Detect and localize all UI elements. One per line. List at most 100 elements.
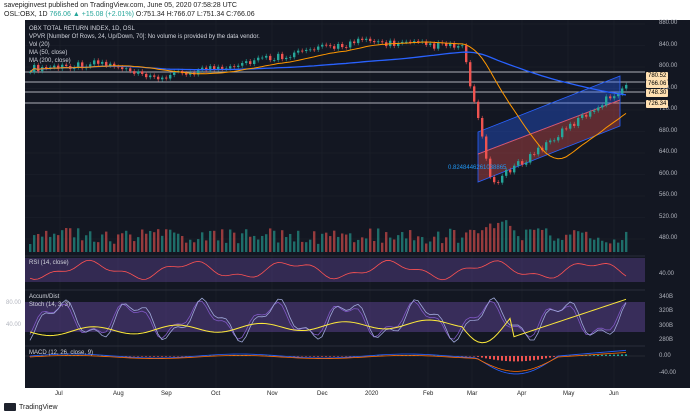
volume-bar <box>577 231 580 252</box>
volume-bar <box>281 230 284 252</box>
time-label: Dec <box>317 391 328 397</box>
macd-hist-bar <box>157 356 159 357</box>
candle-body <box>145 73 148 78</box>
volume-bar <box>225 242 228 252</box>
grid-lines <box>25 20 645 388</box>
candle-body <box>221 66 224 69</box>
volume-bar <box>49 236 52 252</box>
candle-body <box>141 71 144 74</box>
footer-brand[interactable]: TradingView <box>19 404 58 411</box>
volume-bar <box>437 231 440 252</box>
macd-hist-bar <box>553 356 555 357</box>
rsi-legend[interactable]: RSI (14, close) <box>29 260 69 266</box>
macd-hist-bar <box>321 356 323 357</box>
volume-bar <box>501 221 504 252</box>
volume-bar <box>133 241 136 252</box>
stoch-axis-300b: 300B <box>659 323 674 329</box>
time-label: May <box>563 391 575 397</box>
candle-body <box>373 41 376 43</box>
volume-bar <box>309 239 312 252</box>
macd-hist-bar <box>309 356 311 357</box>
volume-bar <box>153 232 156 252</box>
macd-hist-bar <box>541 356 543 360</box>
candle-body <box>509 169 512 173</box>
publisher-name[interactable]: savepiginvest <box>4 2 46 9</box>
candle-body <box>281 53 284 60</box>
chart-title[interactable]: OBX TOTAL RETURN INDEX, 1D, OSL <box>29 26 135 32</box>
volume-bar <box>485 227 488 252</box>
volume-bar <box>429 241 432 252</box>
volume-bar <box>37 233 40 252</box>
macd-legend[interactable]: MACD (12, 26, close, 9) <box>29 350 93 356</box>
publish-text: published on TradingView.com, June 05, 2… <box>48 2 237 9</box>
candle-body <box>493 176 496 183</box>
volume-bar <box>389 237 392 252</box>
macd-hist-bar <box>505 356 507 362</box>
candle-body <box>89 64 92 67</box>
volume-bar <box>129 234 132 252</box>
ma50-legend[interactable]: MA (50, close) <box>29 50 67 56</box>
time-label: Nov <box>267 391 278 397</box>
vpvr-legend[interactable]: VPVR [Number Of Rows, 24, Up/Down, 70]: … <box>29 34 260 40</box>
macd-hist-bar <box>141 356 143 357</box>
candle-body <box>481 117 484 137</box>
candle-body <box>593 110 596 112</box>
price-tick: 520.00 <box>659 213 678 220</box>
candle-body <box>357 38 360 44</box>
macd-hist-bar <box>601 354 603 356</box>
volume-bar <box>93 241 96 252</box>
macd-hist-bar <box>481 356 483 358</box>
volume-bar <box>189 239 192 252</box>
candle-body <box>513 165 516 173</box>
volume-bar <box>477 233 480 252</box>
volume-bar <box>529 229 532 252</box>
volume-bar <box>605 242 608 252</box>
candle-body <box>417 41 420 42</box>
volume-bar <box>77 228 80 252</box>
candle-body <box>129 68 132 72</box>
candle-body <box>353 41 356 44</box>
candle-body <box>549 140 552 143</box>
volume-bar <box>549 235 552 252</box>
candle-body <box>621 88 624 94</box>
price-axis[interactable]: 880.00 840.00 800.00 760.00 720.00 680.00 640.… <box>645 20 690 388</box>
volume-bar <box>377 228 380 252</box>
vol-legend[interactable]: Vol (20) <box>29 42 50 48</box>
ohlc-values: O:751.34 H:766.07 L:751.34 C:766.06 <box>135 11 255 18</box>
volume-bar <box>365 238 368 252</box>
candle-body <box>561 128 564 138</box>
volume-bar <box>569 234 572 252</box>
macd-hist-bar <box>317 356 319 357</box>
candle-body <box>185 73 188 75</box>
accdist-legend[interactable]: Accum/Dist <box>29 294 59 300</box>
macd-hist-bar <box>497 356 499 361</box>
volume-bar <box>233 232 236 252</box>
time-label: Sep <box>161 391 172 397</box>
volume-bar <box>113 243 116 252</box>
volume-bar <box>193 242 196 252</box>
stoch-legend[interactable]: Stoch (14, 3, 3) <box>29 302 70 308</box>
macd-hist-bar <box>537 356 539 360</box>
volume-bar <box>333 230 336 252</box>
symbol-name[interactable]: OSL:OBX, 1D <box>4 11 48 18</box>
volume-bar <box>33 235 36 252</box>
chart-area[interactable]: OBX TOTAL RETURN INDEX, 1D, OSL VPVR [Nu… <box>25 20 645 388</box>
volume-bar <box>625 231 628 252</box>
price-tick: 600.00 <box>659 170 678 177</box>
volume-bar <box>565 234 568 252</box>
candle-body <box>105 61 108 66</box>
volume-bar <box>341 233 344 252</box>
candle-body <box>237 65 240 67</box>
volume-bar <box>305 242 308 252</box>
candle-body <box>317 46 320 50</box>
candle-body <box>125 68 128 70</box>
macd-hist-bar <box>513 356 515 362</box>
chart-svg[interactable] <box>25 20 645 388</box>
volume-bar <box>533 229 536 252</box>
volume-bar <box>329 236 332 252</box>
volume-bar <box>405 238 408 252</box>
ma200-legend[interactable]: MA (200, close) <box>29 58 71 64</box>
stoch-axis-320b: 320B <box>659 308 674 314</box>
level-tag-726: 726.34 <box>646 100 669 108</box>
candle-body <box>301 50 304 52</box>
